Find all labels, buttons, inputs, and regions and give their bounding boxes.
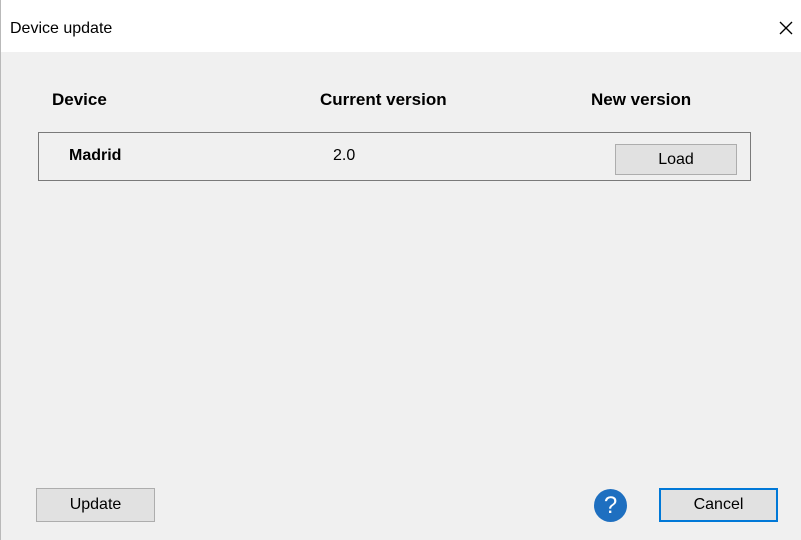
device-update-dialog: Device update Device Current version New…	[0, 0, 801, 540]
cancel-button[interactable]: Cancel	[659, 488, 778, 522]
column-header-device: Device	[52, 90, 107, 109]
column-header-new-version: New version	[591, 90, 692, 109]
help-icon[interactable]: ?	[594, 489, 627, 522]
dialog-body: Device Current version New version Madri…	[1, 52, 801, 540]
load-button[interactable]: Load	[615, 144, 737, 175]
column-header-current-version: Current version	[320, 90, 447, 109]
close-icon	[779, 21, 793, 35]
close-button[interactable]	[771, 8, 801, 48]
device-name: Madrid	[69, 147, 122, 164]
update-button[interactable]: Update	[36, 488, 155, 522]
window-title: Device update	[10, 20, 113, 37]
device-current-version: 2.0	[333, 147, 356, 164]
title-bar: Device update	[1, 0, 801, 52]
device-row: Madrid 2.0 Load	[38, 132, 751, 181]
